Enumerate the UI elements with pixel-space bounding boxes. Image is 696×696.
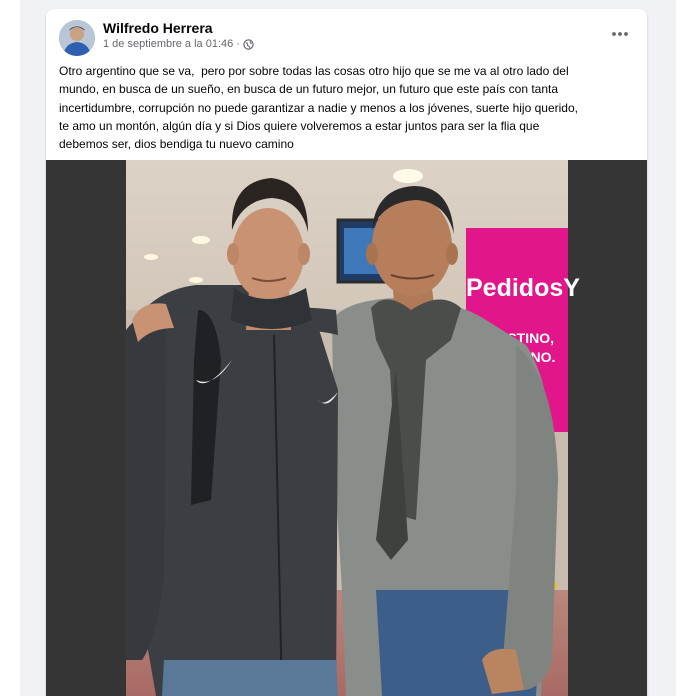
globe-icon bbox=[243, 38, 254, 50]
post-text: Otro argentino que se va, pero por sobre… bbox=[59, 64, 578, 152]
post-meta: 1 de septiembre a la 01:46 · bbox=[103, 38, 254, 50]
meta-separator: · bbox=[236, 38, 240, 50]
sign-brand: PedidosY bbox=[466, 274, 580, 302]
post-timestamp[interactable]: 1 de septiembre a la 01:46 bbox=[103, 38, 233, 50]
author-name[interactable]: Wilfredo Herrera bbox=[103, 20, 213, 36]
author-avatar[interactable] bbox=[59, 20, 95, 56]
avatar-image bbox=[59, 20, 95, 56]
post-card: Wilfredo Herrera 1 de septiembre a la 01… bbox=[46, 9, 647, 696]
photo-illustration: PedidosY ESTINO, NTINO. bbox=[46, 160, 647, 696]
post-photo[interactable]: PedidosY ESTINO, NTINO. bbox=[46, 160, 647, 696]
more-options-button[interactable] bbox=[606, 22, 634, 46]
more-options-icon bbox=[612, 32, 628, 36]
